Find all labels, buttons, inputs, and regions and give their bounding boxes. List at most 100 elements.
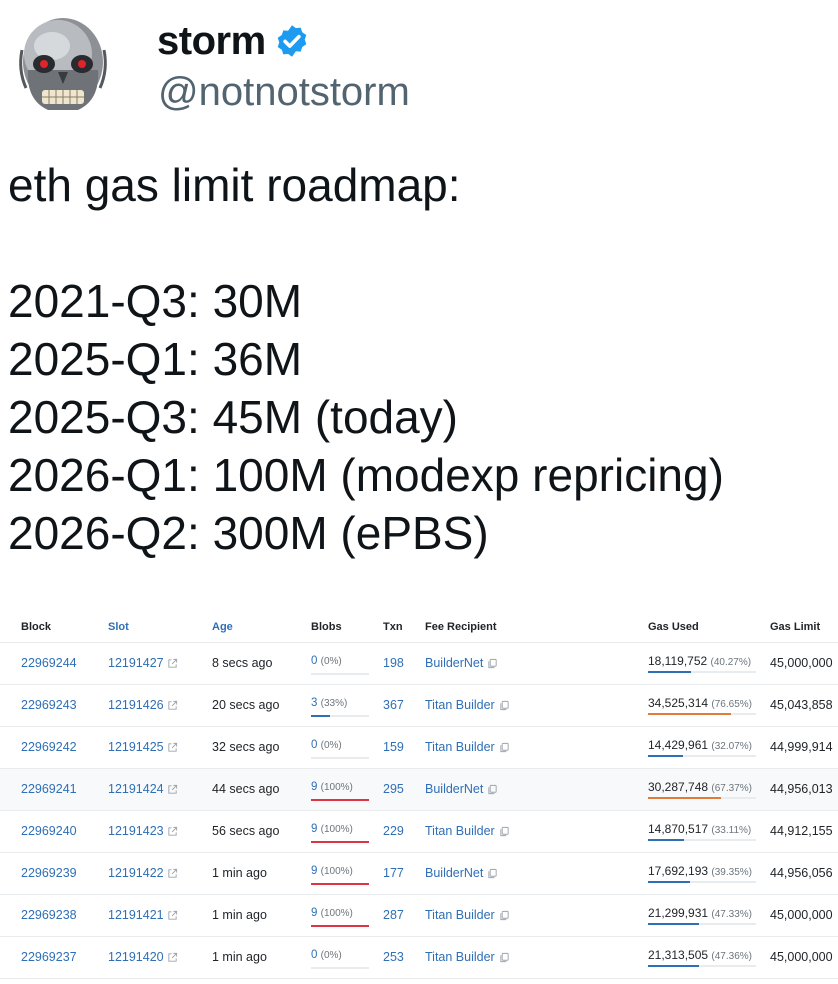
copy-icon[interactable] — [499, 826, 510, 837]
external-link-icon[interactable] — [167, 826, 178, 837]
gas-limit-value: 44,912,155 — [770, 824, 833, 838]
copy-icon[interactable] — [499, 910, 510, 921]
slot-link[interactable]: 12191426 — [108, 698, 178, 712]
slot-number[interactable]: 12191424 — [108, 782, 164, 796]
block-age: 32 secs ago — [212, 740, 280, 754]
fee-recipient-link[interactable]: Titan Builder — [425, 824, 510, 838]
avatar[interactable] — [8, 10, 118, 120]
slot-number[interactable]: 12191421 — [108, 908, 164, 922]
gas-limit-value: 44,999,914 — [770, 740, 833, 754]
header-slot[interactable]: Slot — [108, 621, 129, 633]
external-link-icon[interactable] — [167, 700, 178, 711]
slot-number[interactable]: 12191425 — [108, 740, 164, 754]
gas-used-value: 21,299,931 (47.33%) — [648, 906, 752, 920]
gas-used-amount: 30,287,748 — [648, 780, 709, 794]
copy-icon[interactable] — [499, 700, 510, 711]
txn-count-link[interactable]: 287 — [383, 908, 404, 922]
table-row: 22969242 12191425 32 secs ago 0 (0%) 159 Tita… — [0, 727, 838, 769]
blocks-table: Block Slot Age Blobs Txn Fee Recipient G… — [0, 610, 838, 984]
fee-recipient-name[interactable]: Titan Builder — [425, 698, 495, 712]
block-number-link[interactable]: 22969238 — [21, 908, 77, 922]
fee-recipient-name[interactable]: BuilderNet — [425, 866, 483, 880]
blobs-count: 9 — [311, 907, 318, 919]
copy-icon[interactable] — [487, 784, 498, 795]
external-link-icon[interactable] — [167, 742, 178, 753]
txn-count-link[interactable]: 295 — [383, 782, 404, 796]
gas-used-progress-bar — [648, 965, 756, 967]
external-link-icon[interactable] — [167, 658, 178, 669]
slot-link[interactable]: 12191423 — [108, 824, 178, 838]
block-age: 8 secs ago — [212, 656, 273, 670]
gas-used-value: 30,287,748 (67.37%) — [648, 780, 752, 794]
gas-used-progress-bar — [648, 839, 756, 841]
block-age: 44 secs ago — [212, 782, 280, 796]
user-handle[interactable]: @notnotstorm — [158, 68, 410, 116]
block-number-link[interactable]: 22969241 — [21, 782, 77, 796]
slot-link[interactable]: 12191420 — [108, 950, 178, 964]
external-link-icon[interactable] — [167, 868, 178, 879]
slot-link[interactable]: 12191427 — [108, 656, 178, 670]
txn-count-link[interactable]: 198 — [383, 656, 404, 670]
copy-icon[interactable] — [499, 952, 510, 963]
txn-count-link[interactable]: 229 — [383, 824, 404, 838]
blobs-value: 3 (33%) — [311, 697, 347, 709]
copy-icon[interactable] — [499, 742, 510, 753]
fee-recipient-name[interactable]: BuilderNet — [425, 656, 483, 670]
copy-icon[interactable] — [487, 868, 498, 879]
gas-used-progress-bar — [648, 797, 756, 799]
header-age[interactable]: Age — [212, 621, 233, 633]
block-number-link[interactable]: 22969244 — [21, 656, 77, 670]
gas-limit-value: 45,043,858 — [770, 698, 833, 712]
txn-count-link[interactable]: 367 — [383, 698, 404, 712]
slot-number[interactable]: 12191426 — [108, 698, 164, 712]
display-name-row[interactable]: storm — [157, 17, 310, 65]
fee-recipient-link[interactable]: Titan Builder — [425, 908, 510, 922]
txn-count-link[interactable]: 253 — [383, 950, 404, 964]
blobs-value: 0 (0%) — [311, 655, 342, 667]
slot-number[interactable]: 12191422 — [108, 866, 164, 880]
gas-used-value: 14,870,517 (33.11%) — [648, 822, 751, 836]
fee-recipient-link[interactable]: BuilderNet — [425, 866, 498, 880]
gas-used-percent: (40.27%) — [710, 657, 752, 668]
fee-recipient-name[interactable]: Titan Builder — [425, 740, 495, 754]
slot-link[interactable]: 12191424 — [108, 782, 178, 796]
block-age: 20 secs ago — [212, 698, 280, 712]
gas-used-progress-fill — [648, 839, 684, 841]
gas-used-percent: (47.36%) — [711, 951, 752, 962]
table-row: 22969239 12191422 1 min ago 9 (100%) 177 Buil… — [0, 853, 838, 895]
slot-number[interactable]: 12191427 — [108, 656, 164, 670]
external-link-icon[interactable] — [167, 952, 178, 963]
fee-recipient-name[interactable]: Titan Builder — [425, 950, 495, 964]
copy-icon[interactable] — [487, 658, 498, 669]
fee-recipient-link[interactable]: Titan Builder — [425, 740, 510, 754]
block-number-link[interactable]: 22969240 — [21, 824, 77, 838]
slot-number[interactable]: 12191420 — [108, 950, 164, 964]
gas-used-percent: (76.65%) — [711, 699, 752, 710]
fee-recipient-link[interactable]: BuilderNet — [425, 782, 498, 796]
fee-recipient-link[interactable]: BuilderNet — [425, 656, 498, 670]
fee-recipient-name[interactable]: BuilderNet — [425, 782, 483, 796]
fee-recipient-name[interactable]: Titan Builder — [425, 824, 495, 838]
gas-used-progress-fill — [648, 671, 692, 673]
fee-recipient-name[interactable]: Titan Builder — [425, 908, 495, 922]
gas-used-value: 17,692,193 (39.35%) — [648, 864, 752, 878]
gas-used-progress-bar — [648, 923, 756, 925]
table-row: 22969241 12191424 44 secs ago 9 (100%) 295 Bu… — [0, 769, 838, 811]
slot-link[interactable]: 12191421 — [108, 908, 178, 922]
block-number-link[interactable]: 22969237 — [21, 950, 77, 964]
tweet-line: 2021-Q3: 30M — [8, 275, 303, 327]
display-name[interactable]: storm — [157, 17, 266, 65]
txn-count-link[interactable]: 177 — [383, 866, 404, 880]
fee-recipient-link[interactable]: Titan Builder — [425, 950, 510, 964]
fee-recipient-link[interactable]: Titan Builder — [425, 698, 510, 712]
tweet-text: eth gas limit roadmap: 2021-Q3: 30M 2025… — [8, 156, 834, 562]
external-link-icon[interactable] — [167, 784, 178, 795]
block-number-link[interactable]: 22969242 — [21, 740, 77, 754]
block-number-link[interactable]: 22969239 — [21, 866, 77, 880]
slot-link[interactable]: 12191422 — [108, 866, 178, 880]
external-link-icon[interactable] — [167, 910, 178, 921]
txn-count-link[interactable]: 159 — [383, 740, 404, 754]
slot-link[interactable]: 12191425 — [108, 740, 178, 754]
block-number-link[interactable]: 22969243 — [21, 698, 77, 712]
slot-number[interactable]: 12191423 — [108, 824, 164, 838]
